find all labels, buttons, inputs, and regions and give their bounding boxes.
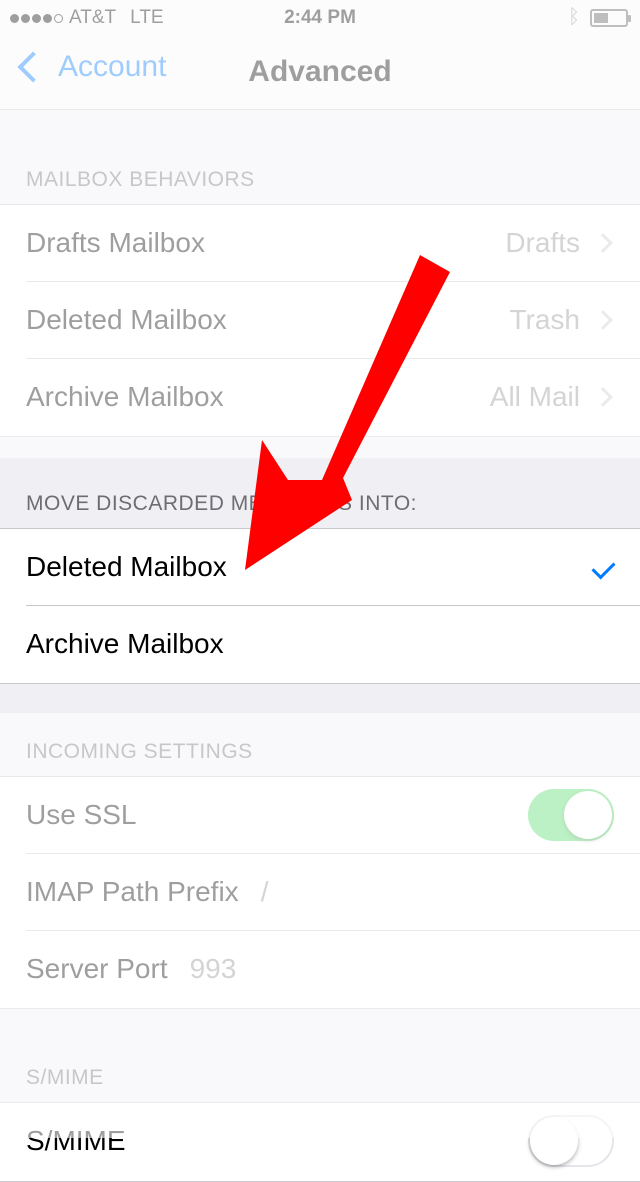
imap-path-prefix-field[interactable]: IMAP Path Prefix / [26, 876, 268, 908]
row-label: Drafts Mailbox [26, 227, 205, 258]
incoming-settings-group: Use SSL IMAP Path Prefix / Server Port 993 [0, 776, 640, 1009]
toggle-knob [564, 791, 612, 839]
battery-fill [594, 12, 608, 23]
page-title: Advanced [248, 55, 392, 88]
drafts-mailbox-row[interactable]: Drafts Mailbox Drafts [0, 205, 640, 282]
row-label: Archive Mailbox [26, 628, 224, 659]
row-label: Server Port [26, 953, 168, 984]
status-bar: AT&T LTE 2:44 PM ᛒ [0, 0, 640, 36]
chevron-right-icon [593, 310, 613, 330]
use-ssl-toggle[interactable] [528, 789, 614, 841]
section-header-incoming-settings: INCOMING SETTINGS [26, 740, 253, 763]
section-header-move-discarded: MOVE DISCARDED MESSAGES INTO: [26, 492, 418, 515]
chevron-right-icon [593, 387, 613, 407]
navigation-bar: Account Advanced [0, 36, 640, 110]
smime-toggle[interactable] [528, 1115, 614, 1167]
row-value: All Mail [489, 381, 580, 412]
row-value: Drafts [505, 227, 580, 258]
section-header-mailbox-behaviors: MAILBOX BEHAVIORS [26, 168, 255, 191]
bluetooth-icon: ᛒ [568, 6, 580, 28]
deleted-mailbox-row[interactable]: Deleted Mailbox Trash [0, 282, 640, 359]
row-label: IMAP Path Prefix [26, 876, 239, 907]
status-time: 2:44 PM [284, 7, 356, 28]
toggle-knob [530, 1117, 578, 1165]
server-port-value: 993 [189, 953, 237, 984]
row-label: S/MIME [26, 1125, 126, 1156]
option-archive-mailbox[interactable]: Archive Mailbox [0, 606, 640, 683]
smime-row: S/MIME [0, 1103, 640, 1180]
server-port-row[interactable]: Server Port 993 [0, 931, 640, 1008]
imap-path-prefix-row[interactable]: IMAP Path Prefix / [0, 854, 640, 931]
option-deleted-mailbox[interactable]: Deleted Mailbox [0, 529, 640, 606]
smime-group: S/MIME [0, 1102, 640, 1182]
server-port-field[interactable]: Server Port 993 [26, 953, 236, 985]
row-label: Deleted Mailbox [26, 304, 227, 335]
status-right: ᛒ [568, 6, 631, 29]
checkmark-icon [591, 555, 616, 580]
move-discarded-group: Deleted Mailbox Archive Mailbox [0, 528, 640, 684]
row-label: Deleted Mailbox [26, 551, 227, 582]
archive-mailbox-row[interactable]: Archive Mailbox All Mail [0, 359, 640, 436]
mailbox-behaviors-group: Drafts Mailbox Drafts Deleted Mailbox Tr… [0, 204, 640, 437]
row-label: Use SSL [26, 799, 137, 830]
battery-icon [590, 8, 631, 27]
row-label: Archive Mailbox [26, 381, 224, 412]
section-header-smime: S/MIME [26, 1066, 104, 1089]
chevron-right-icon [593, 233, 613, 253]
row-value: Trash [509, 304, 580, 335]
imap-path-prefix-value: / [260, 876, 269, 907]
use-ssl-row: Use SSL [0, 777, 640, 854]
